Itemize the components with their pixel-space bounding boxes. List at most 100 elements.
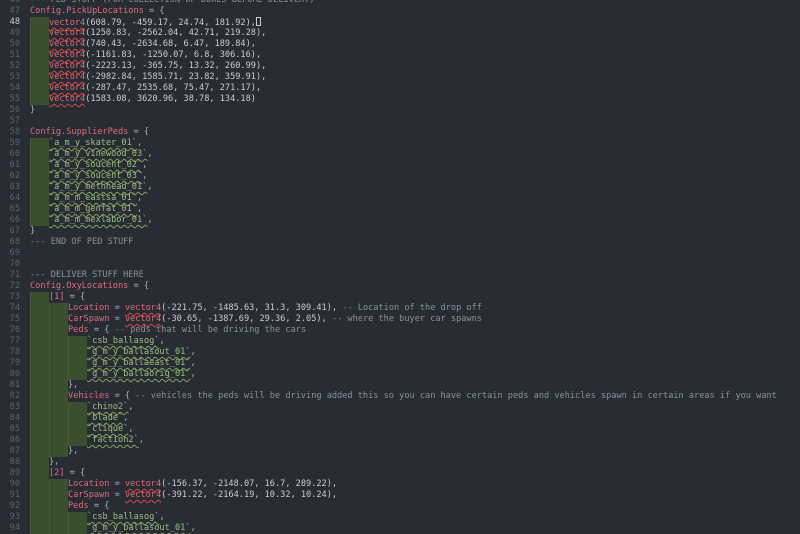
line-number: 80: [9, 369, 20, 379]
code-line[interactable]: 90 Location = vector4(-156.37, -2148.07, …: [0, 479, 800, 490]
code-line[interactable]: 55 vector4(1583.08, 3620.96, 38.78, 134.1…: [0, 94, 800, 105]
line-number: 68: [9, 237, 20, 247]
code-line[interactable]: 53 vector4(-2982.84, 1585.71, 23.82, 359.…: [0, 72, 800, 83]
code-token-str: `g_m_y_ballaorig_01`: [87, 369, 191, 379]
code-line[interactable]: 89 [2] = {: [0, 468, 800, 479]
code-line[interactable]: 52 vector4(-2223.13, -365.75, 13.32, 260.…: [0, 61, 800, 72]
code-text: [2] = {: [30, 468, 85, 479]
code-line[interactable]: 83 `chino2`,: [0, 402, 800, 413]
indent-guide: [49, 490, 68, 501]
code-token-field: CarSpawn: [68, 314, 110, 324]
text-cursor: [255, 17, 261, 26]
code-text: vector4(1583.08, 3620.96, 38.78, 134.18): [30, 94, 256, 105]
code-line[interactable]: 87},: [0, 446, 800, 457]
line-number: 50: [9, 39, 20, 49]
code-line[interactable]: 75 CarSpawn = vector4(-30.65, -1387.69, 2…: [0, 314, 800, 325]
code-line[interactable]: 69: [0, 248, 800, 259]
code-line[interactable]: 73 [1] = {: [0, 292, 800, 303]
code-text: `csb_ballasog`,: [30, 336, 165, 347]
code-token-op: }: [30, 226, 36, 236]
line-number: 51: [9, 50, 20, 60]
code-line[interactable]: 77 `csb_ballasog`,: [0, 336, 800, 347]
code-line[interactable]: 67}: [0, 226, 800, 237]
code-text: `a_m_y_methhead_01`,: [30, 182, 153, 193]
line-number: 90: [9, 479, 20, 489]
line-number: 89: [9, 468, 20, 478]
code-line[interactable]: 86 `faction2`,: [0, 435, 800, 446]
indent-guide: [68, 402, 87, 413]
code-line[interactable]: 71 --- DELIVER STUFF HERE: [0, 270, 800, 281]
code-line[interactable]: 76 Peds = { -- peds that will be driving …: [0, 325, 800, 336]
code-text: Peds = { -- peds that will be driving th…: [30, 325, 306, 336]
code-line[interactable]: 78 `g_m_y_ballasout_01`,: [0, 347, 800, 358]
line-number: 72: [9, 281, 20, 291]
code-line[interactable]: 59 `a_m_y_skater_01`,: [0, 138, 800, 149]
indent-guide: [30, 369, 49, 380]
code-line[interactable]: 92 Peds = {: [0, 501, 800, 512]
code-line[interactable]: 82 Vehicles = { -- vehicles the peds will…: [0, 391, 800, 402]
code-line[interactable]: 51 vector4(-1161.83, -1250.07, 6.8, 306.1…: [0, 50, 800, 61]
code-token-str: `faction2`: [87, 435, 139, 445]
code-line[interactable]: 88},: [0, 457, 800, 468]
code-text: `g_m_y_ballasout_01`,: [30, 523, 196, 534]
indent-guide: [49, 336, 68, 347]
code-line[interactable]: 56}: [0, 105, 800, 116]
code-line[interactable]: 85 `clique`,: [0, 424, 800, 435]
indent-guide: [30, 215, 49, 226]
indent-guide: [30, 61, 49, 72]
code-line[interactable]: 48 vector4(608.79, -459.17, 24.74, 181.92…: [0, 17, 800, 28]
indent-guide: [30, 457, 49, 468]
code-line[interactable]: 57: [0, 116, 800, 127]
code-line[interactable]: 70: [0, 259, 800, 270]
code-line[interactable]: 63 `a_m_y_methhead_01`,: [0, 182, 800, 193]
code-line[interactable]: 47 Config.PickUpLocations = {: [0, 6, 800, 17]
code-line[interactable]: 64 `a_m_m_eastsa_01`,: [0, 193, 800, 204]
code-line[interactable]: 50 vector4(740.43, -2634.68, 6.47, 189.84…: [0, 39, 800, 50]
code-line[interactable]: 79 `g_m_y_ballaeast_01`,: [0, 358, 800, 369]
line-number: 85: [9, 424, 20, 434]
code-line[interactable]: 68 --- END OF PED STUFF: [0, 237, 800, 248]
code-text: vector4(740.43, -2634.68, 6.47, 189.84),: [30, 39, 256, 50]
indent-guide: [30, 314, 49, 325]
indent-guide: [68, 347, 87, 358]
code-line[interactable]: 94 `g_m_y_ballasout_01`,: [0, 523, 800, 534]
code-text: }: [30, 105, 35, 116]
code-line[interactable]: 72 Config.OxyLocations = {: [0, 281, 800, 292]
code-line[interactable]: 80 `g_m_y_ballaorig_01`,: [0, 369, 800, 380]
code-line[interactable]: 81},: [0, 380, 800, 391]
line-number: 78: [9, 347, 20, 357]
code-line[interactable]: 58 Config.SupplierPeds = {: [0, 127, 800, 138]
line-number: 47: [9, 6, 20, 16]
code-editor[interactable]: 46 --- PED STUFF (FOR COLLECTION OF BOXES…: [0, 0, 800, 534]
code-token-str: `g_m_y_ballaeast_01`: [87, 358, 191, 368]
line-number: 69: [9, 248, 20, 258]
code-token-op: =: [109, 479, 125, 489]
line-number: 71: [9, 270, 20, 280]
code-token-num: (-2223.13, -365.75, 13.32, 260.99),: [85, 61, 267, 71]
code-line[interactable]: 74 Location = vector4(-221.75, -1485.63, …: [0, 303, 800, 314]
code-line[interactable]: 84 `blade`,: [0, 413, 800, 424]
indent-guide: [30, 50, 49, 61]
code-line[interactable]: 65 `a_m_m_genfat_01`,: [0, 204, 800, 215]
code-line[interactable]: 54 vector4(-287.47, 2535.68, 75.47, 271.1…: [0, 83, 800, 94]
code-line[interactable]: 66 `a_m_m_mexlabor_01`,: [0, 215, 800, 226]
line-number: 79: [9, 358, 20, 368]
indent-guide: [68, 424, 87, 435]
code-line[interactable]: 60 `a_m_y_vinewood_03`,: [0, 149, 800, 160]
indent-guide: [49, 380, 68, 391]
code-line[interactable]: 62 `a_m_y_soucent_03`,: [0, 171, 800, 182]
code-line[interactable]: 93 `csb_ballasog`,: [0, 512, 800, 523]
code-token-num: (-30.65, -1387.69, 29.36, 2.05),: [161, 314, 327, 324]
code-token-str: `a_m_y_methhead_01`: [49, 182, 148, 192]
code-line[interactable]: 49 vector4(1250.83, -2562.04, 42.71, 219.…: [0, 28, 800, 39]
line-number: 56: [9, 105, 20, 115]
code-token-num: (-287.47, 2535.68, 75.47, 271.17),: [85, 83, 262, 93]
code-token-num: (-1161.83, -1250.07, 6.8, 306.16),: [85, 50, 262, 60]
code-text: Peds = {: [30, 501, 109, 512]
code-line[interactable]: 61 `a_m_y_soucent_02`,: [0, 160, 800, 171]
code-token-op: =: [109, 314, 125, 324]
code-text: vector4(-1161.83, -1250.07, 6.8, 306.16)…: [30, 50, 261, 61]
code-line[interactable]: 91 CarSpawn = vector4(-391.22, -2164.19, …: [0, 490, 800, 501]
line-number: 66: [9, 215, 20, 225]
code-token-str: `g_m_y_ballasout_01`: [87, 347, 191, 357]
